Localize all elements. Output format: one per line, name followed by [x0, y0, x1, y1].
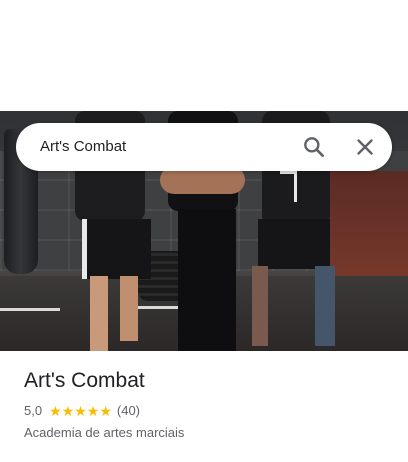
review-count[interactable]: (40) [117, 403, 140, 418]
floor-marking [0, 308, 60, 311]
place-category: Academia de artes marciais [24, 425, 185, 440]
close-icon [357, 139, 373, 155]
search-icon [304, 137, 324, 157]
search-bar[interactable]: Art's Combat [16, 123, 392, 171]
search-button[interactable] [301, 134, 327, 160]
search-input[interactable]: Art's Combat [40, 138, 126, 155]
rating-value: 5,0 [24, 403, 43, 418]
star-icon: ★ [61, 402, 75, 419]
star-icon: ★ [74, 402, 87, 419]
star-icon: ★ [49, 402, 62, 419]
star-icon: ★ [86, 402, 100, 419]
rating-row[interactable]: 5,0 ★ ★ ★ ★ ★ (40) [24, 403, 140, 418]
close-button[interactable] [352, 134, 378, 160]
place-title: Art's Combat [24, 369, 145, 392]
star-rating: ★ ★ ★ ★ ★ [49, 404, 112, 418]
star-icon: ★ [99, 402, 112, 419]
